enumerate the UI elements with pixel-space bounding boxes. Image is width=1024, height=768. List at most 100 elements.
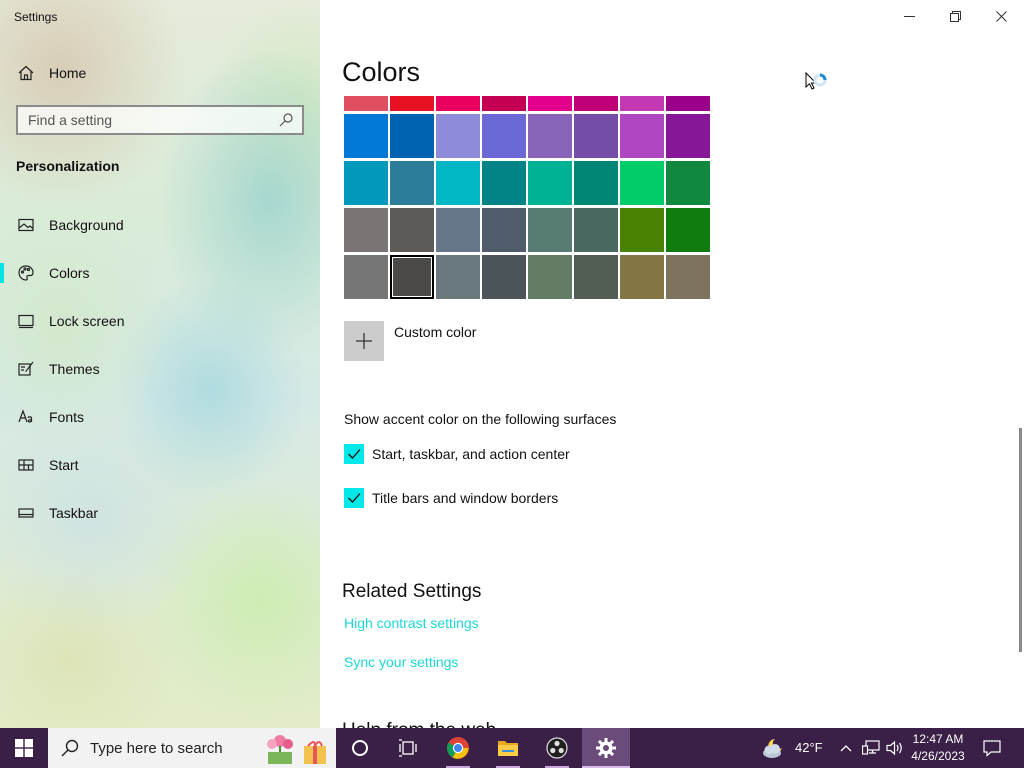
- taskbar: Type here to search 42°F 12:47 AM 4/26/2…: [0, 728, 1024, 768]
- cortana-icon: [352, 740, 368, 756]
- search-setting-input[interactable]: [28, 112, 278, 128]
- accent-swatch[interactable]: [574, 161, 618, 205]
- accent-swatch[interactable]: [436, 114, 480, 158]
- accent-swatch[interactable]: [482, 161, 526, 205]
- accent-swatch[interactable]: [482, 255, 526, 299]
- checkbox-label: Title bars and window borders: [372, 490, 559, 506]
- scrollbar[interactable]: [1019, 428, 1022, 652]
- sidebar-item-colors[interactable]: Colors: [0, 258, 320, 288]
- accent-swatch[interactable]: [344, 161, 388, 205]
- sidebar-item-label: Background: [49, 217, 124, 233]
- accent-swatch[interactable]: [482, 208, 526, 252]
- accent-swatch[interactable]: [528, 255, 572, 299]
- font-icon: [17, 408, 35, 426]
- file-explorer-icon: [498, 741, 518, 756]
- sidebar-item-home[interactable]: Home: [0, 60, 320, 86]
- accent-swatch[interactable]: [436, 208, 480, 252]
- custom-color-label[interactable]: Custom color: [394, 324, 476, 340]
- restore-button[interactable]: [932, 0, 978, 32]
- accent-swatch[interactable]: [666, 161, 710, 205]
- lock-screen-icon: [17, 312, 35, 330]
- surfaces-heading: Show accent color on the following surfa…: [344, 411, 617, 427]
- close-button[interactable]: [978, 0, 1024, 32]
- accent-swatch[interactable]: [436, 255, 480, 299]
- sidebar-item-taskbar[interactable]: Taskbar: [0, 498, 320, 528]
- network-button[interactable]: [860, 728, 882, 768]
- checkbox[interactable]: [344, 444, 364, 464]
- taskbar-search-box[interactable]: Type here to search: [48, 728, 336, 768]
- accent-swatch[interactable]: [436, 161, 480, 205]
- checkbox-title-bars[interactable]: Title bars and window borders: [344, 488, 558, 508]
- plus-icon: [356, 333, 372, 349]
- sidebar-item-lock-screen[interactable]: Lock screen: [0, 306, 320, 336]
- search-icon[interactable]: [278, 112, 294, 128]
- accent-swatch[interactable]: [482, 96, 526, 111]
- search-highlight-illustration: [267, 735, 326, 764]
- custom-color-button[interactable]: [344, 321, 384, 361]
- weather-widget-icon-button[interactable]: [760, 728, 790, 768]
- accent-swatch[interactable]: [528, 161, 572, 205]
- accent-swatch[interactable]: [390, 255, 434, 299]
- accent-swatch[interactable]: [666, 255, 710, 299]
- checkbox-start-taskbar[interactable]: Start, taskbar, and action center: [344, 444, 570, 464]
- accent-swatch[interactable]: [390, 208, 434, 252]
- accent-swatch[interactable]: [344, 208, 388, 252]
- minimize-button[interactable]: [886, 0, 932, 32]
- sidebar-item-themes[interactable]: Themes: [0, 354, 320, 384]
- checkbox[interactable]: [344, 488, 364, 508]
- accent-swatch[interactable]: [344, 96, 388, 111]
- accent-swatch[interactable]: [344, 114, 388, 158]
- weather-temperature[interactable]: 42°F: [795, 740, 823, 755]
- accent-swatch[interactable]: [528, 208, 572, 252]
- sync-settings-link[interactable]: Sync your settings: [344, 654, 458, 670]
- action-center-button[interactable]: [976, 728, 1008, 768]
- show-hidden-icons-button[interactable]: [836, 728, 856, 768]
- accent-swatch[interactable]: [482, 114, 526, 158]
- chrome-icon: [447, 737, 469, 759]
- accent-swatch[interactable]: [528, 114, 572, 158]
- palette-icon: [17, 264, 35, 282]
- accent-swatch[interactable]: [344, 255, 388, 299]
- chrome-button[interactable]: [434, 728, 482, 768]
- accent-swatch[interactable]: [620, 96, 664, 111]
- accent-swatch[interactable]: [436, 96, 480, 111]
- search-icon: [61, 739, 79, 757]
- minimize-icon: [903, 15, 915, 17]
- volume-button[interactable]: [884, 728, 906, 768]
- accent-swatch[interactable]: [390, 114, 434, 158]
- search-setting-box[interactable]: [16, 105, 304, 135]
- cortana-button[interactable]: [336, 728, 384, 768]
- network-wired-icon: [862, 740, 880, 755]
- notification-icon: [983, 740, 1001, 757]
- sidebar: Settings Home Personalization Background…: [0, 0, 320, 728]
- high-contrast-link[interactable]: High contrast settings: [344, 615, 479, 631]
- accent-swatch[interactable]: [574, 208, 618, 252]
- checkmark-icon: [348, 449, 361, 459]
- accent-swatch[interactable]: [620, 161, 664, 205]
- file-explorer-button[interactable]: [484, 728, 532, 768]
- weather-cloudy-night-icon: [763, 739, 782, 758]
- accent-swatch[interactable]: [574, 96, 618, 111]
- accent-swatch[interactable]: [620, 255, 664, 299]
- start-button[interactable]: [0, 728, 48, 768]
- accent-swatch[interactable]: [620, 114, 664, 158]
- sidebar-item-start[interactable]: Start: [0, 450, 320, 480]
- accent-swatch[interactable]: [574, 255, 618, 299]
- settings-taskbar-button[interactable]: [582, 728, 630, 768]
- accent-swatch[interactable]: [528, 96, 572, 111]
- obs-button[interactable]: [533, 728, 581, 768]
- sidebar-item-label: Taskbar: [49, 505, 99, 521]
- taskbar-clock[interactable]: 12:47 AM 4/26/2023: [906, 731, 970, 765]
- checkmark-icon: [348, 493, 361, 503]
- brush-icon: [17, 360, 35, 378]
- accent-swatch[interactable]: [666, 208, 710, 252]
- sidebar-item-fonts[interactable]: Fonts: [0, 402, 320, 432]
- accent-swatch[interactable]: [390, 161, 434, 205]
- accent-swatch[interactable]: [620, 208, 664, 252]
- sidebar-item-background[interactable]: Background: [0, 210, 320, 240]
- accent-swatch[interactable]: [666, 114, 710, 158]
- accent-swatch[interactable]: [574, 114, 618, 158]
- task-view-button[interactable]: [384, 728, 432, 768]
- accent-swatch[interactable]: [390, 96, 434, 111]
- accent-swatch[interactable]: [666, 96, 710, 111]
